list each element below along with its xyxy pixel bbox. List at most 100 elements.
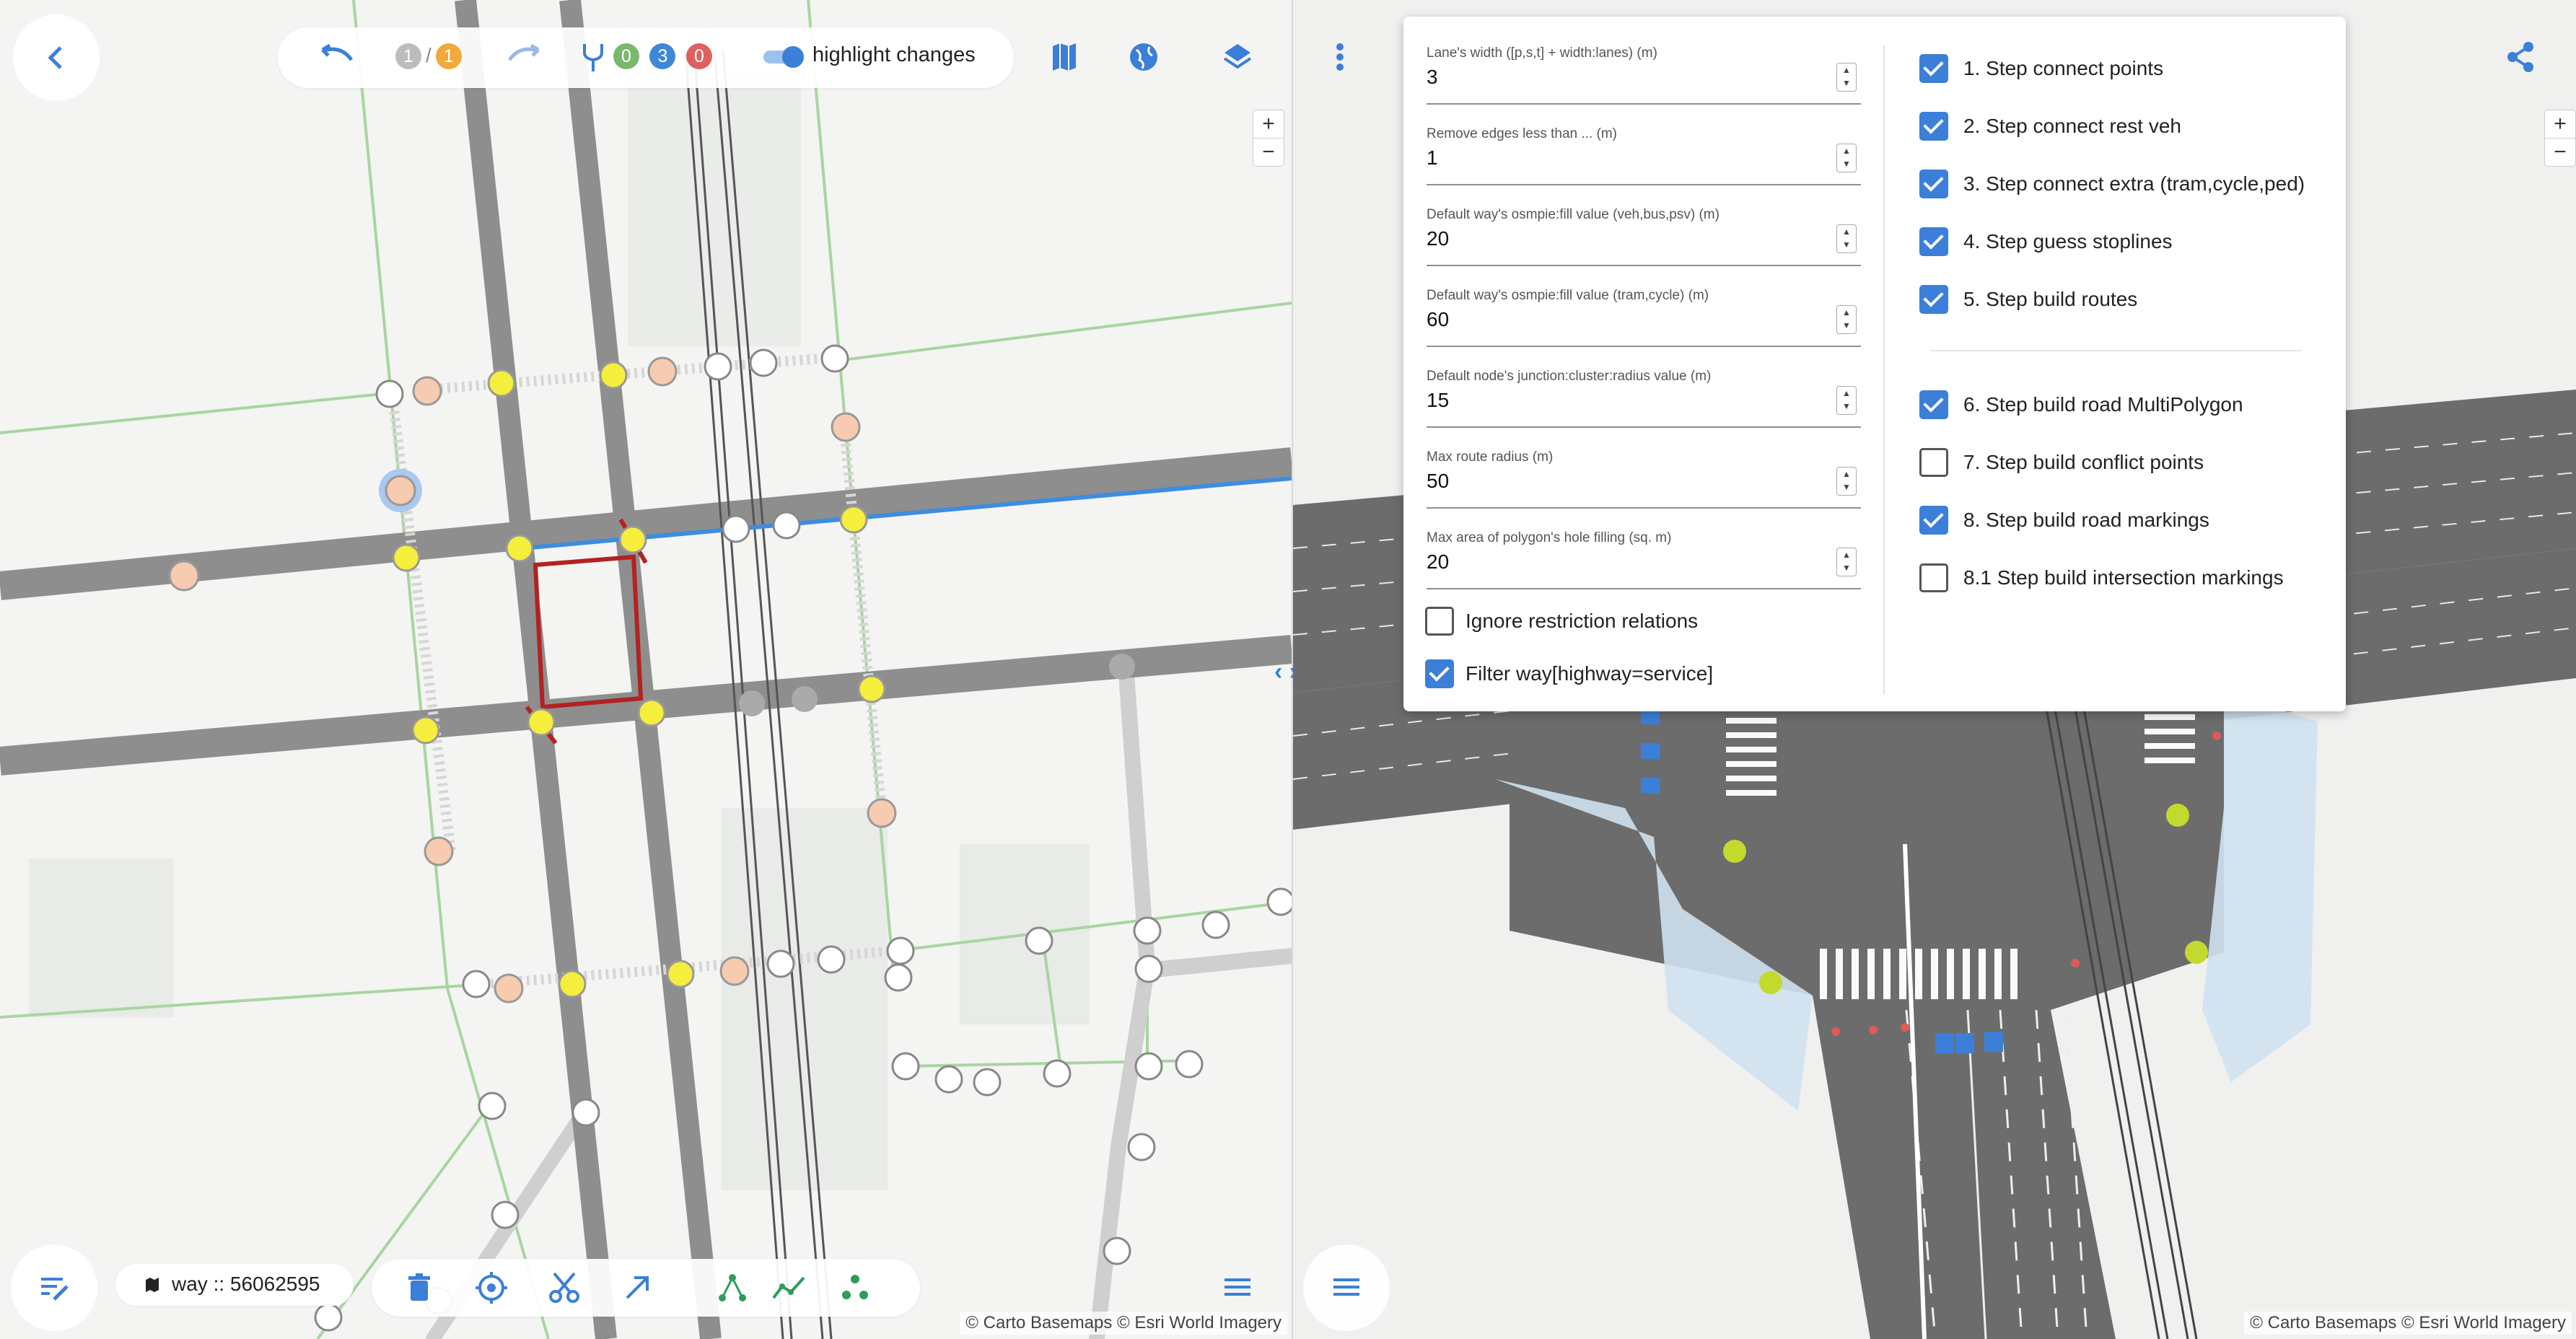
branch-icon: [583, 44, 603, 71]
trash-icon: [408, 1273, 430, 1301]
delete-button[interactable]: [394, 1263, 444, 1313]
step-8-1-checkbox[interactable]: [1919, 563, 1948, 592]
zoom-out-button[interactable]: −: [1253, 138, 1284, 166]
step-5-label: 5. Step build routes: [1963, 288, 2138, 310]
polyline-button[interactable]: [763, 1263, 814, 1313]
field-label: Default node's junction:cluster:radius v…: [1427, 369, 1712, 384]
field-value[interactable]: 50: [1427, 470, 1449, 493]
step-6-label: 6. Step build road MultiPolygon: [1963, 393, 2243, 416]
map-small-icon: [146, 1278, 159, 1292]
step-6-checkbox[interactable]: [1919, 390, 1948, 419]
changes-button[interactable]: [568, 32, 618, 82]
spinner[interactable]: ▲ ▼: [1836, 548, 1857, 576]
step-3-checkbox[interactable]: [1919, 170, 1948, 198]
highlight-toggle[interactable]: [763, 45, 805, 68]
modified-count-badge: 3: [649, 43, 676, 69]
list-icon: [1225, 1278, 1250, 1296]
field-label: Max area of polygon's hole filling (sq. …: [1427, 530, 1672, 545]
fill-veh-field[interactable]: Default way's osmpie:fill value (veh,bus…: [1427, 207, 1861, 266]
extend-button[interactable]: [612, 1263, 662, 1313]
field-label: Max route radius (m): [1427, 449, 1554, 465]
arrow-diagonal-icon: [626, 1276, 649, 1299]
filter-service-checkbox[interactable]: [1425, 659, 1454, 688]
more-menu-button[interactable]: [1315, 32, 1365, 82]
route-radius-field[interactable]: Max route radius (m) 50 ▲ ▼: [1427, 449, 1861, 509]
back-button[interactable]: [13, 14, 100, 101]
scissors-icon: [549, 1272, 579, 1303]
field-label: Default way's osmpie:fill value (tram,cy…: [1427, 288, 1709, 303]
list-button-left[interactable]: [1212, 1263, 1263, 1313]
created-count-badge: 0: [613, 43, 639, 69]
lane-width-field[interactable]: Lane's width ([p,s,t] + width:lanes) (m)…: [1427, 45, 1861, 105]
more-vert-icon: [1336, 43, 1344, 71]
undo-button[interactable]: [312, 32, 363, 82]
highlight-changes-label: highlight changes: [812, 43, 976, 66]
nodes-icon: [719, 1274, 746, 1301]
changes-counters: 0 3 0: [613, 43, 712, 69]
cluster-button[interactable]: [830, 1263, 880, 1313]
cluster-icon: [842, 1275, 868, 1299]
step-2-label: 2. Step connect rest veh: [1963, 115, 2181, 137]
zoom-in-button-right[interactable]: +: [2545, 110, 2575, 138]
spinner[interactable]: ▲ ▼: [1836, 305, 1857, 334]
filter-service-label: Filter way[highway=service]: [1466, 662, 1714, 685]
layers-button[interactable]: [1212, 32, 1263, 82]
panel-column-divider: [1883, 45, 1885, 695]
spinner[interactable]: ▲ ▼: [1836, 224, 1857, 253]
zoom-out-button-right[interactable]: −: [2545, 138, 2575, 166]
redo-count-badge: 1: [435, 43, 462, 69]
spinner[interactable]: ▲ ▼: [1836, 386, 1857, 415]
edit-list-icon: [41, 1278, 69, 1301]
edit-list-button[interactable]: [11, 1244, 97, 1331]
share-button[interactable]: [2496, 32, 2546, 82]
steps-separator: [1930, 350, 2302, 351]
left-map-pane[interactable]: 1/1 0 3 0 highlight changes + − way :: 5…: [0, 0, 1292, 1339]
step-4-checkbox[interactable]: [1919, 227, 1948, 256]
zoom-in-button[interactable]: +: [1253, 110, 1284, 138]
undo-icon: [321, 43, 354, 61]
field-value[interactable]: 20: [1427, 227, 1449, 250]
cluster-radius-field[interactable]: Default node's junction:cluster:radius v…: [1427, 369, 1861, 428]
step-5-checkbox[interactable]: [1919, 285, 1948, 314]
spinner[interactable]: ▲ ▼: [1836, 63, 1857, 92]
map-icon: [1053, 43, 1076, 71]
step-1-label: 1. Step connect points: [1963, 57, 2164, 79]
map-button[interactable]: [1039, 32, 1090, 82]
list-button-right[interactable]: [1303, 1244, 1390, 1331]
hole-area-field[interactable]: Max area of polygon's hole filling (sq. …: [1427, 530, 1861, 589]
step-2-checkbox[interactable]: [1919, 112, 1948, 141]
undo-redo-counter: 1/1: [395, 43, 462, 69]
step-8-checkbox[interactable]: [1919, 506, 1948, 535]
ignore-restrictions-checkbox[interactable]: [1425, 607, 1454, 636]
globe-button[interactable]: [1118, 32, 1169, 82]
attribution-right: © Carto Basemaps © Esri World Imagery: [2244, 1312, 2572, 1335]
fill-tram-field[interactable]: Default way's osmpie:fill value (tram,cy…: [1427, 288, 1861, 347]
field-value[interactable]: 3: [1427, 66, 1438, 89]
step-1-checkbox[interactable]: [1919, 54, 1948, 83]
polyline-icon: [772, 1276, 805, 1299]
center-button[interactable]: [466, 1263, 517, 1313]
step-8-label: 8. Step build road markings: [1963, 509, 2209, 531]
redo-button[interactable]: [498, 32, 548, 82]
spinner[interactable]: ▲ ▼: [1836, 144, 1857, 172]
field-value[interactable]: 20: [1427, 550, 1449, 574]
spinner[interactable]: ▲ ▼: [1836, 467, 1857, 496]
counter-slash: /: [426, 44, 431, 66]
field-label: Default way's osmpie:fill value (veh,bus…: [1427, 207, 1719, 222]
step-7-checkbox[interactable]: [1919, 448, 1948, 477]
step-4-label: 4. Step guess stoplines: [1963, 230, 2173, 253]
nodes-button[interactable]: [707, 1263, 758, 1313]
remove-edges-field[interactable]: Remove edges less than ... (m) 1 ▲ ▼: [1427, 126, 1861, 185]
globe-icon: [1130, 43, 1157, 71]
editor-map[interactable]: [0, 0, 1292, 1339]
zoom-control-left: + −: [1253, 110, 1284, 167]
step-8-1-label: 8.1 Step build intersection markings: [1963, 566, 2284, 589]
back-chevron-icon: [48, 46, 62, 69]
field-value[interactable]: 1: [1427, 146, 1438, 170]
field-value[interactable]: 15: [1427, 389, 1449, 412]
redo-icon: [507, 43, 540, 61]
split-button[interactable]: [539, 1263, 590, 1313]
share-icon: [2507, 42, 2533, 72]
field-value[interactable]: 60: [1427, 308, 1449, 331]
zoom-control-right: + −: [2544, 110, 2576, 167]
